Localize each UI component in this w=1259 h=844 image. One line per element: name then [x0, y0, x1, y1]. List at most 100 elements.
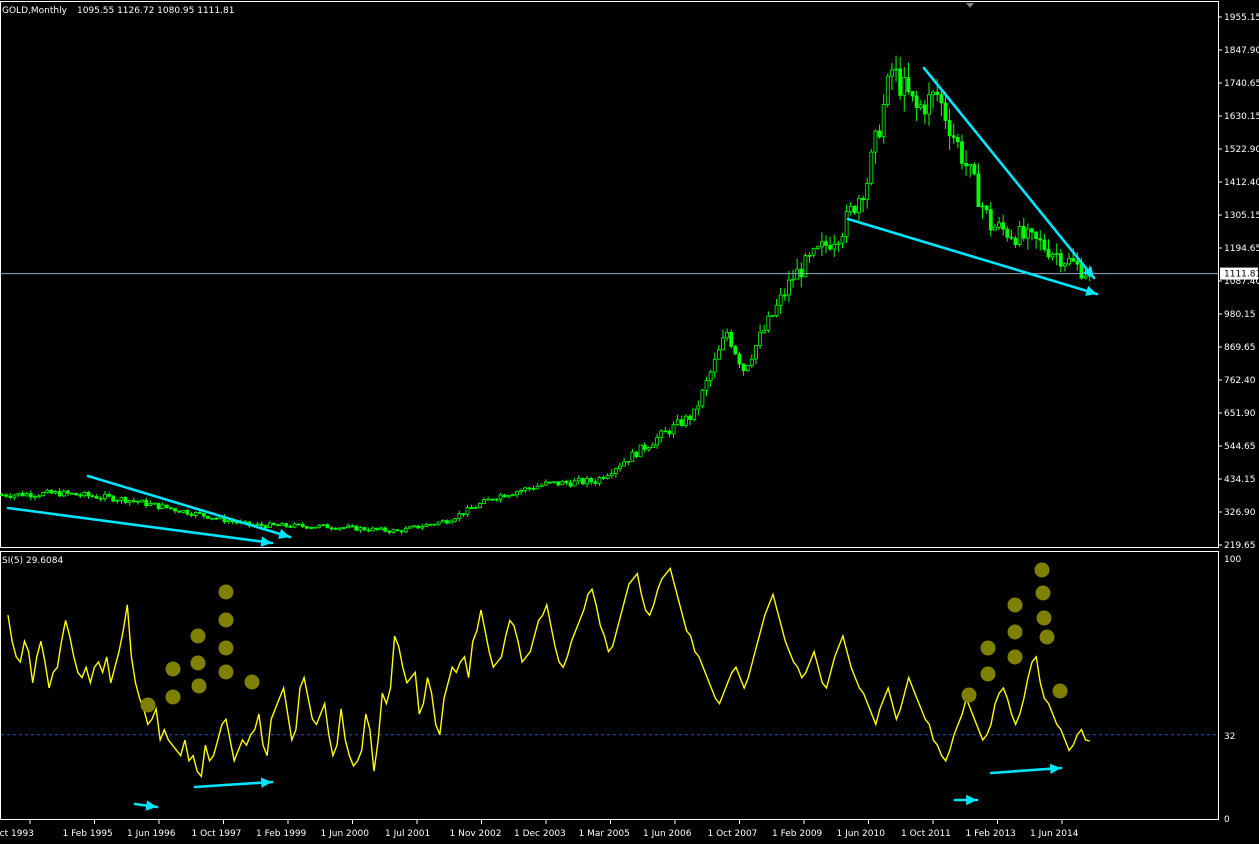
candle-body — [881, 104, 886, 138]
price-axis: 1955.15 1847.90 1740.65 1630.15 1522.90 1412.… — [1218, 13, 1259, 551]
candle-body — [869, 151, 874, 184]
candle-body — [1009, 236, 1014, 239]
price-tick-label: 762.40 — [1224, 376, 1256, 386]
candle-body — [333, 528, 338, 530]
candle-body — [692, 408, 697, 420]
candle-body — [123, 496, 128, 503]
candle-body — [226, 520, 231, 523]
candle-body — [57, 491, 62, 497]
candle-body — [177, 510, 182, 513]
trendline-arrow[interactable] — [953, 794, 979, 806]
current-price-label: 1111.81 — [1220, 267, 1259, 280]
candle-body — [152, 502, 157, 505]
trendline-arrow[interactable] — [86, 474, 292, 539]
candle-body — [140, 499, 144, 503]
annotation-dot — [980, 666, 996, 682]
candle-body — [758, 332, 762, 346]
candle-body — [490, 498, 495, 501]
candle-body — [815, 246, 820, 249]
price-tick-label: 1305.15 — [1224, 211, 1259, 221]
candle-body — [1054, 253, 1059, 255]
candle-body — [988, 209, 993, 231]
candle-body — [189, 513, 194, 516]
candle-body — [811, 248, 816, 256]
time-tick-label: 1 Oct 2007 — [708, 829, 758, 839]
candlestick-series — [0, 55, 1092, 535]
candle-body — [424, 524, 429, 528]
candle-body — [754, 345, 758, 360]
price-tick-label: 1630.15 — [1224, 112, 1259, 122]
annotation-dot — [244, 674, 260, 690]
time-tick-label: 1 Feb 1995 — [63, 829, 113, 839]
annotation-dot — [961, 687, 977, 703]
annotation-dot — [190, 655, 206, 671]
candle-body — [778, 294, 783, 306]
candle-body — [350, 525, 355, 528]
candle-body — [156, 502, 161, 509]
annotation-dot — [1007, 597, 1023, 613]
candle-body — [136, 500, 140, 503]
candle-body — [37, 495, 41, 498]
trendline-arrow[interactable] — [133, 800, 159, 811]
candle-body — [807, 254, 812, 257]
candle-body — [531, 487, 536, 490]
arrowhead-icon — [966, 794, 977, 806]
time-tick-label: 1 Jun 2000 — [321, 829, 370, 839]
candle-body — [597, 477, 602, 484]
candle-body — [304, 526, 309, 529]
candle-body — [82, 492, 87, 497]
price-tick-label: 1847.90 — [1224, 46, 1259, 56]
trendline-arrow[interactable] — [922, 66, 1096, 280]
candle-body — [939, 94, 944, 104]
candle-body — [8, 495, 13, 498]
candle-body — [1021, 226, 1026, 239]
candle-body — [1013, 237, 1018, 245]
candle-body — [86, 492, 91, 497]
candle-body — [630, 451, 635, 462]
chart-header-symbol: GOLD,Monthly — [2, 6, 68, 16]
candle-body — [840, 236, 845, 244]
candle-body — [12, 494, 17, 498]
trendline-arrow[interactable] — [989, 763, 1063, 775]
price-tick-label: 1740.65 — [1224, 79, 1259, 89]
candle-body — [420, 526, 425, 529]
trendline-arrow[interactable] — [6, 506, 274, 547]
trendline-arrow[interactable] — [193, 777, 274, 789]
candle-body — [861, 198, 865, 201]
time-tick-label: 1 Jun 2006 — [643, 829, 692, 839]
candle-body — [622, 461, 627, 467]
price-tick-label: 544.65 — [1224, 442, 1256, 452]
candle-body — [976, 173, 981, 207]
candle-body — [370, 527, 375, 532]
candle-body — [1025, 228, 1030, 239]
candle-body — [267, 522, 272, 528]
candle-body — [379, 527, 383, 530]
candle-body — [317, 524, 322, 528]
candle-body — [473, 507, 478, 509]
candle-body — [107, 493, 112, 497]
candle-body — [321, 524, 326, 526]
annotation-dot — [218, 640, 234, 656]
candle-body — [346, 525, 350, 528]
candle-body — [609, 473, 614, 477]
candle-body — [0, 494, 4, 497]
candle-body — [585, 478, 589, 485]
candle-body — [329, 527, 334, 530]
candle-body — [272, 522, 276, 526]
candle-body — [770, 315, 775, 317]
candle-body — [519, 490, 524, 493]
candle-body — [296, 523, 301, 526]
candle-body — [148, 502, 153, 506]
candle-body — [515, 491, 519, 496]
chart-shift-marker-icon[interactable] — [966, 3, 974, 8]
gold-monthly-chart[interactable]: GOLD,Monthly 1095.55 1126.72 1080.95 111… — [0, 0, 1259, 844]
candle-body — [791, 278, 795, 281]
candle-body — [922, 104, 927, 115]
candle-body — [910, 91, 915, 97]
candle-body — [407, 526, 412, 529]
arrowhead-icon — [260, 777, 272, 788]
time-tick-label: 1 Jul 2001 — [385, 829, 430, 839]
time-tick-label: 1 Oct 1997 — [192, 829, 242, 839]
time-tick-label: 1 Feb 1999 — [256, 829, 307, 839]
candle-body — [362, 527, 367, 531]
